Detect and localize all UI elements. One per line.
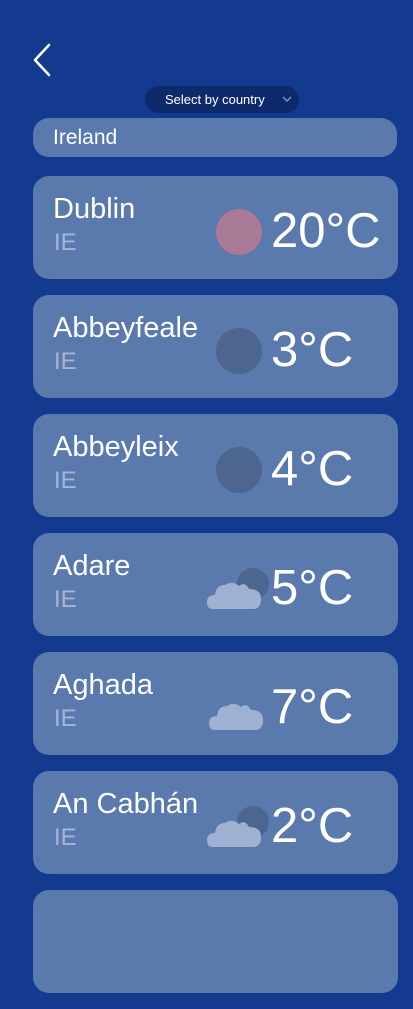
cloud-icon xyxy=(209,703,263,730)
city-card[interactable]: Abbeyfeale IE 3°C xyxy=(33,295,398,398)
temperature: 20°C xyxy=(271,204,381,258)
country-field-value: Ireland xyxy=(53,126,118,149)
moon-icon xyxy=(216,447,262,493)
sun-icon xyxy=(216,209,262,255)
country-code: IE xyxy=(54,824,77,851)
city-name: Dublin xyxy=(53,193,136,225)
country-code: IE xyxy=(54,586,77,613)
cloud-moon-icon xyxy=(207,568,269,609)
city-name: An Cabhán xyxy=(53,788,199,820)
country-code: IE xyxy=(54,705,77,732)
city-card[interactable]: Dublin IE 20°C xyxy=(33,176,398,279)
city-card[interactable]: Abbeyleix IE 4°C xyxy=(33,414,398,517)
country-code: IE xyxy=(54,467,77,494)
chevron-left-icon xyxy=(33,43,51,77)
temperature: 5°C xyxy=(271,561,354,615)
city-card[interactable]: Aghada IE 7°C xyxy=(33,652,398,755)
temperature: 4°C xyxy=(271,442,354,496)
city-name: Abbeyfeale xyxy=(53,312,199,344)
temperature: 7°C xyxy=(271,680,354,734)
city-card[interactable]: Adare IE 5°C xyxy=(33,533,398,636)
country-code: IE xyxy=(54,229,77,256)
back-button[interactable] xyxy=(30,42,58,78)
temperature: 3°C xyxy=(271,323,354,377)
city-list: Dublin IE 20°C Abbeyfeale IE 3°C Abbeyle… xyxy=(33,176,398,1009)
temperature: 2°C xyxy=(271,799,354,853)
city-name: Adare xyxy=(53,550,131,582)
cloud-moon-icon xyxy=(207,806,269,847)
city-card[interactable]: An Cabhán IE 2°C xyxy=(33,771,398,874)
moon-icon xyxy=(216,328,262,374)
country-field[interactable]: Ireland xyxy=(33,118,397,157)
city-name: Abbeyleix xyxy=(53,431,179,463)
city-card[interactable] xyxy=(33,890,398,993)
country-select-label: Select by country xyxy=(165,92,265,107)
city-name: Aghada xyxy=(53,669,153,701)
country-code: IE xyxy=(54,348,77,375)
chevron-down-icon xyxy=(282,96,292,102)
country-select[interactable]: Select by country xyxy=(145,86,299,113)
